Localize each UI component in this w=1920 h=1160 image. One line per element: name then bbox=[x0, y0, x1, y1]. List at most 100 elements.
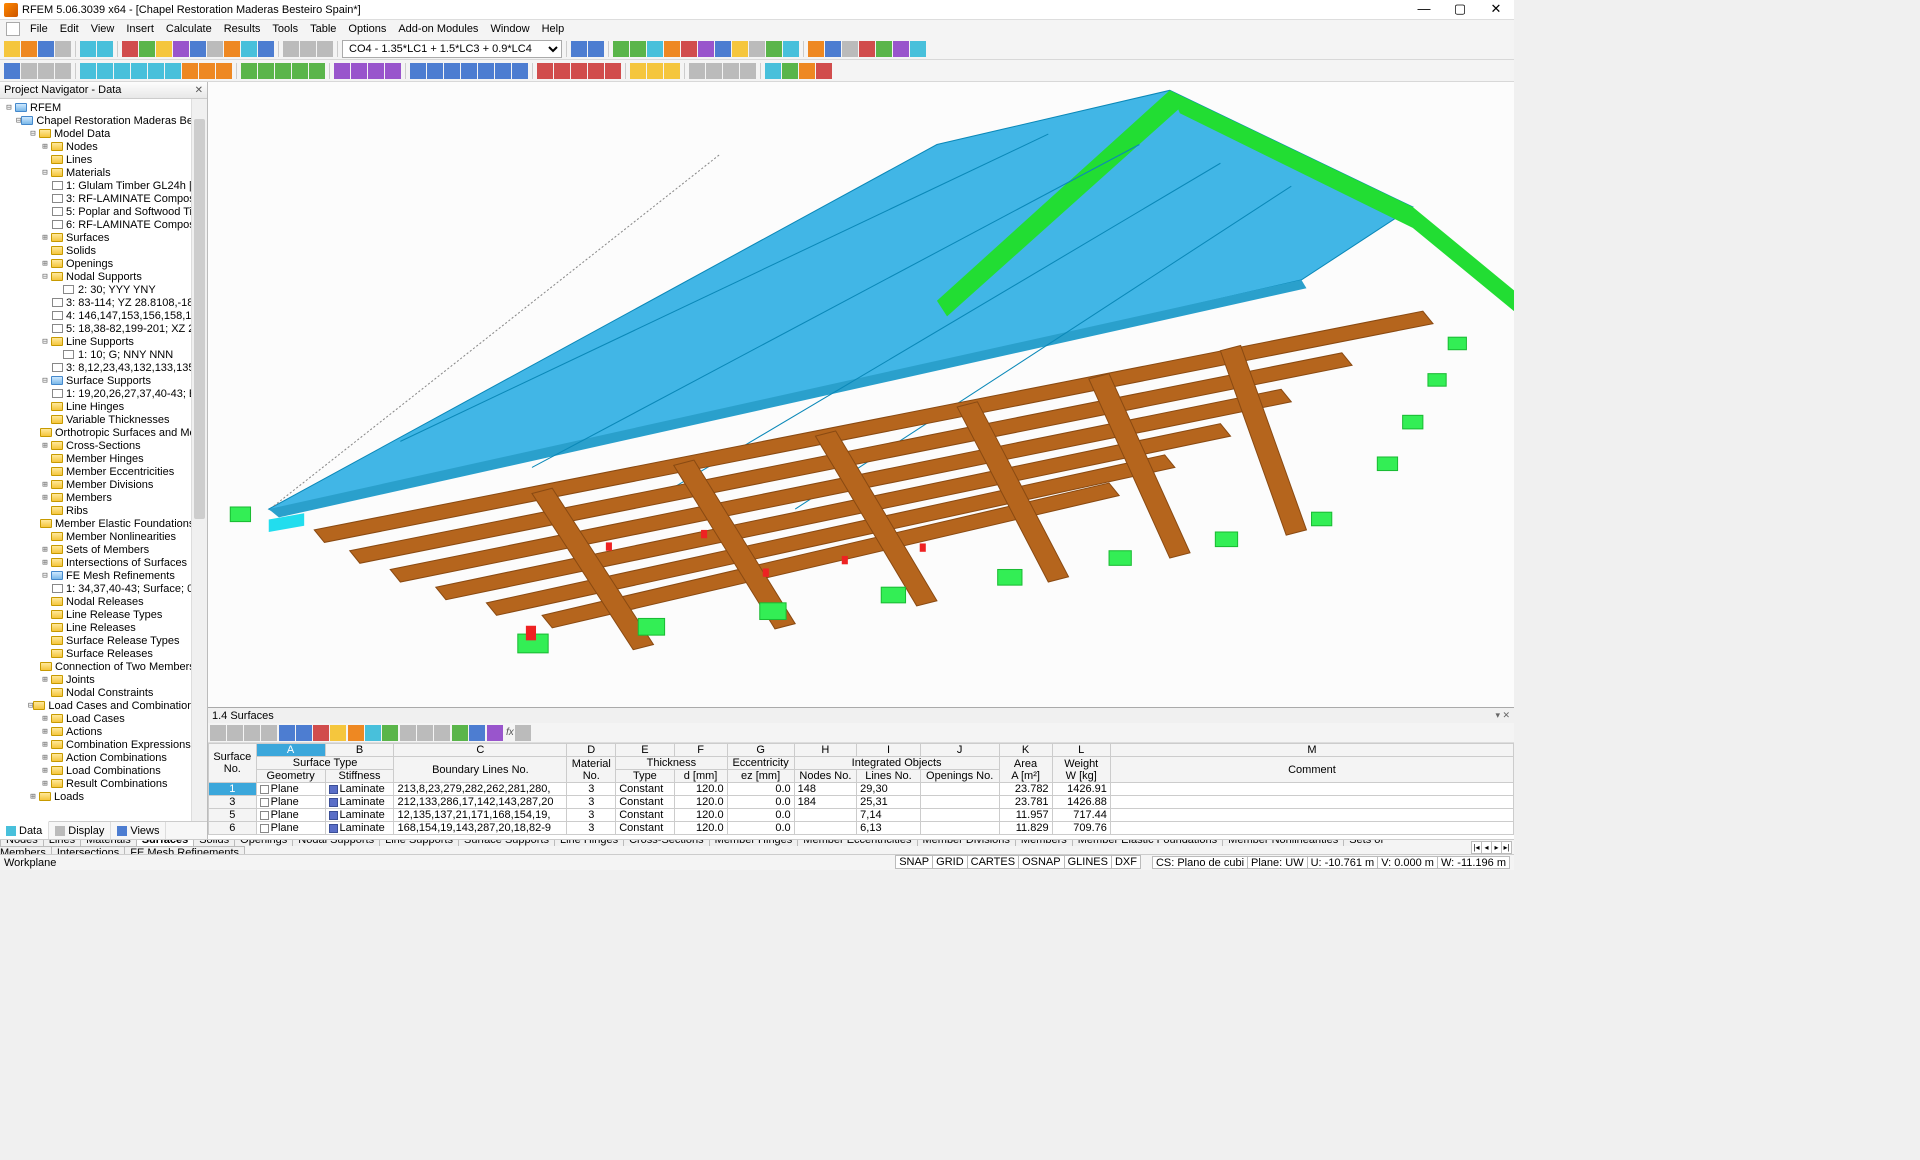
tree-item-10[interactable]: ⊟Nodal Supports bbox=[0, 270, 191, 283]
filter-icon[interactable] bbox=[630, 63, 646, 79]
tree-item-23[interactable]: ⊞Cross-Sections bbox=[0, 439, 191, 452]
tbl-last-icon[interactable] bbox=[261, 725, 277, 741]
tree-item-4[interactable]: 3: RF-LAMINATE Composition bbox=[0, 192, 191, 205]
col-thickness[interactable]: Thickness bbox=[616, 757, 727, 770]
tree-item-26[interactable]: ⊞Member Divisions bbox=[0, 478, 191, 491]
new-icon[interactable] bbox=[4, 41, 20, 57]
bottom-tab-member-nonlinearities[interactable]: Member Nonlinearities bbox=[1222, 839, 1344, 846]
col-letter-i[interactable]: I bbox=[857, 744, 921, 757]
axes-icon[interactable] bbox=[706, 63, 722, 79]
tree-project[interactable]: ⊟Chapel Restoration Maderas Besteiro Sp bbox=[0, 114, 191, 127]
tree-item-21[interactable]: Variable Thicknesses bbox=[0, 413, 191, 426]
pan-icon[interactable] bbox=[444, 63, 460, 79]
tree-loads[interactable]: ⊞Loads bbox=[0, 790, 191, 803]
tbl-excel-icon[interactable] bbox=[452, 725, 468, 741]
bottom-tab-members[interactable]: Members bbox=[1015, 839, 1073, 846]
table-row[interactable]: 1PlaneLaminate213,8,23,279,282,262,281,2… bbox=[209, 783, 1514, 796]
tbl-new-icon[interactable] bbox=[279, 725, 295, 741]
menu-options[interactable]: Options bbox=[342, 23, 392, 35]
bottom-tab-openings[interactable]: Openings bbox=[234, 839, 293, 846]
tree-model-data[interactable]: ⊟Model Data bbox=[0, 127, 191, 140]
tree-item-25[interactable]: Member Eccentricities bbox=[0, 465, 191, 478]
col-openings[interactable]: Openings No. bbox=[920, 770, 999, 783]
col-nodes[interactable]: Nodes No. bbox=[794, 770, 857, 783]
mload-icon[interactable] bbox=[292, 63, 308, 79]
grid-icon[interactable] bbox=[207, 41, 223, 57]
menu-insert[interactable]: Insert bbox=[120, 23, 160, 35]
bottom-tab-line-supports[interactable]: Line Supports bbox=[379, 839, 459, 846]
clip-icon[interactable] bbox=[664, 63, 680, 79]
col-letter-g[interactable]: G bbox=[727, 744, 794, 757]
scale-icon[interactable] bbox=[783, 41, 799, 57]
col-letter-c[interactable]: C bbox=[394, 744, 567, 757]
status-toggle-glines[interactable]: GLINES bbox=[1064, 855, 1112, 869]
tree-item-20[interactable]: Line Hinges bbox=[0, 400, 191, 413]
bottom-tab-member-hinges[interactable]: Member Hinges bbox=[709, 839, 799, 846]
bottom-tab-lines[interactable]: Lines bbox=[43, 839, 81, 846]
lload-icon[interactable] bbox=[258, 63, 274, 79]
check-icon[interactable] bbox=[782, 63, 798, 79]
guide-icon[interactable] bbox=[723, 63, 739, 79]
tree-root[interactable]: ⊟RFEM bbox=[0, 101, 191, 114]
rib-icon[interactable] bbox=[368, 63, 384, 79]
tree-item-22[interactable]: Orthotropic Surfaces and Membra bbox=[0, 426, 191, 439]
nsupport-icon[interactable] bbox=[182, 63, 198, 79]
col-letter-m[interactable]: M bbox=[1110, 744, 1513, 757]
redo-icon[interactable] bbox=[97, 41, 113, 57]
bottom-tab-surfaces[interactable]: Surfaces bbox=[136, 839, 194, 846]
tree-item-11[interactable]: 2: 30; YYY YNY bbox=[0, 283, 191, 296]
find-icon[interactable] bbox=[241, 41, 257, 57]
tbl-empty-icon[interactable] bbox=[434, 725, 450, 741]
tree-item-30[interactable]: Member Nonlinearities bbox=[0, 530, 191, 543]
module-icon[interactable] bbox=[173, 41, 189, 57]
tbl-export-icon[interactable] bbox=[469, 725, 485, 741]
col-type[interactable]: Type bbox=[616, 770, 674, 783]
col-ez[interactable]: ez [mm] bbox=[727, 770, 794, 783]
select-icon[interactable] bbox=[4, 63, 20, 79]
tree-item-8[interactable]: Solids bbox=[0, 244, 191, 257]
tree-item-42[interactable]: Nodal Constraints bbox=[0, 686, 191, 699]
mirror-icon[interactable] bbox=[55, 63, 71, 79]
menu-view[interactable]: View bbox=[85, 23, 121, 35]
dim-icon[interactable] bbox=[740, 63, 756, 79]
viewport-3d[interactable] bbox=[208, 82, 1514, 707]
tbl-sync-icon[interactable] bbox=[365, 725, 381, 741]
bottom-tab-member-divisions[interactable]: Member Divisions bbox=[917, 839, 1016, 846]
menu-edit[interactable]: Edit bbox=[54, 23, 85, 35]
tree-item-2[interactable]: ⊟Materials bbox=[0, 166, 191, 179]
nload-icon[interactable] bbox=[241, 63, 257, 79]
notes-icon[interactable] bbox=[842, 41, 858, 57]
menu-calculate[interactable]: Calculate bbox=[160, 23, 218, 35]
tree-item-1[interactable]: Lines bbox=[0, 153, 191, 166]
table-row[interactable]: 5PlaneLaminate12,135,137,21,171,168,154,… bbox=[209, 809, 1514, 822]
show-surf-icon[interactable] bbox=[571, 63, 587, 79]
maximize-button[interactable]: ▢ bbox=[1446, 2, 1474, 18]
close-button[interactable]: ✕ bbox=[1482, 2, 1510, 18]
show-lines-icon[interactable] bbox=[554, 63, 570, 79]
nav-tab-views[interactable]: Views bbox=[111, 822, 166, 839]
tbl-first-icon[interactable] bbox=[210, 725, 226, 741]
ssupport-icon[interactable] bbox=[216, 63, 232, 79]
tree-item-33[interactable]: ⊟FE Mesh Refinements bbox=[0, 569, 191, 582]
menu-table[interactable]: Table bbox=[304, 23, 342, 35]
tree-item-27[interactable]: ⊞Members bbox=[0, 491, 191, 504]
gen-icon[interactable] bbox=[816, 63, 832, 79]
tree-item-40[interactable]: Connection of Two Members bbox=[0, 660, 191, 673]
table-row[interactable]: 6PlaneLaminate168,154,19,143,287,20,18,8… bbox=[209, 822, 1514, 835]
nav-tab-display[interactable]: Display bbox=[49, 822, 111, 839]
tool-icon[interactable] bbox=[156, 41, 172, 57]
show-supp-icon[interactable] bbox=[605, 63, 621, 79]
number-icon[interactable] bbox=[689, 63, 705, 79]
bottom-tab-materials[interactable]: Materials bbox=[80, 839, 137, 846]
load-case-combo[interactable]: CO4 - 1.35*LC1 + 1.5*LC3 + 0.9*LC4 bbox=[342, 40, 562, 58]
comment-icon[interactable] bbox=[765, 63, 781, 79]
col-letter-f[interactable]: F bbox=[674, 744, 727, 757]
col-lines[interactable]: Lines No. bbox=[857, 770, 921, 783]
clipboard-icon[interactable] bbox=[825, 41, 841, 57]
orbit-icon[interactable] bbox=[461, 63, 477, 79]
tree-item-7[interactable]: ⊞Surfaces bbox=[0, 231, 191, 244]
bottom-tab-member-eccentricities[interactable]: Member Eccentricities bbox=[797, 839, 917, 846]
bottom-tab-member-elastic-foundations[interactable]: Member Elastic Foundations bbox=[1072, 839, 1223, 846]
col-letter-l[interactable]: L bbox=[1052, 744, 1110, 757]
bottom-tab-surface-supports[interactable]: Surface Supports bbox=[458, 839, 555, 846]
